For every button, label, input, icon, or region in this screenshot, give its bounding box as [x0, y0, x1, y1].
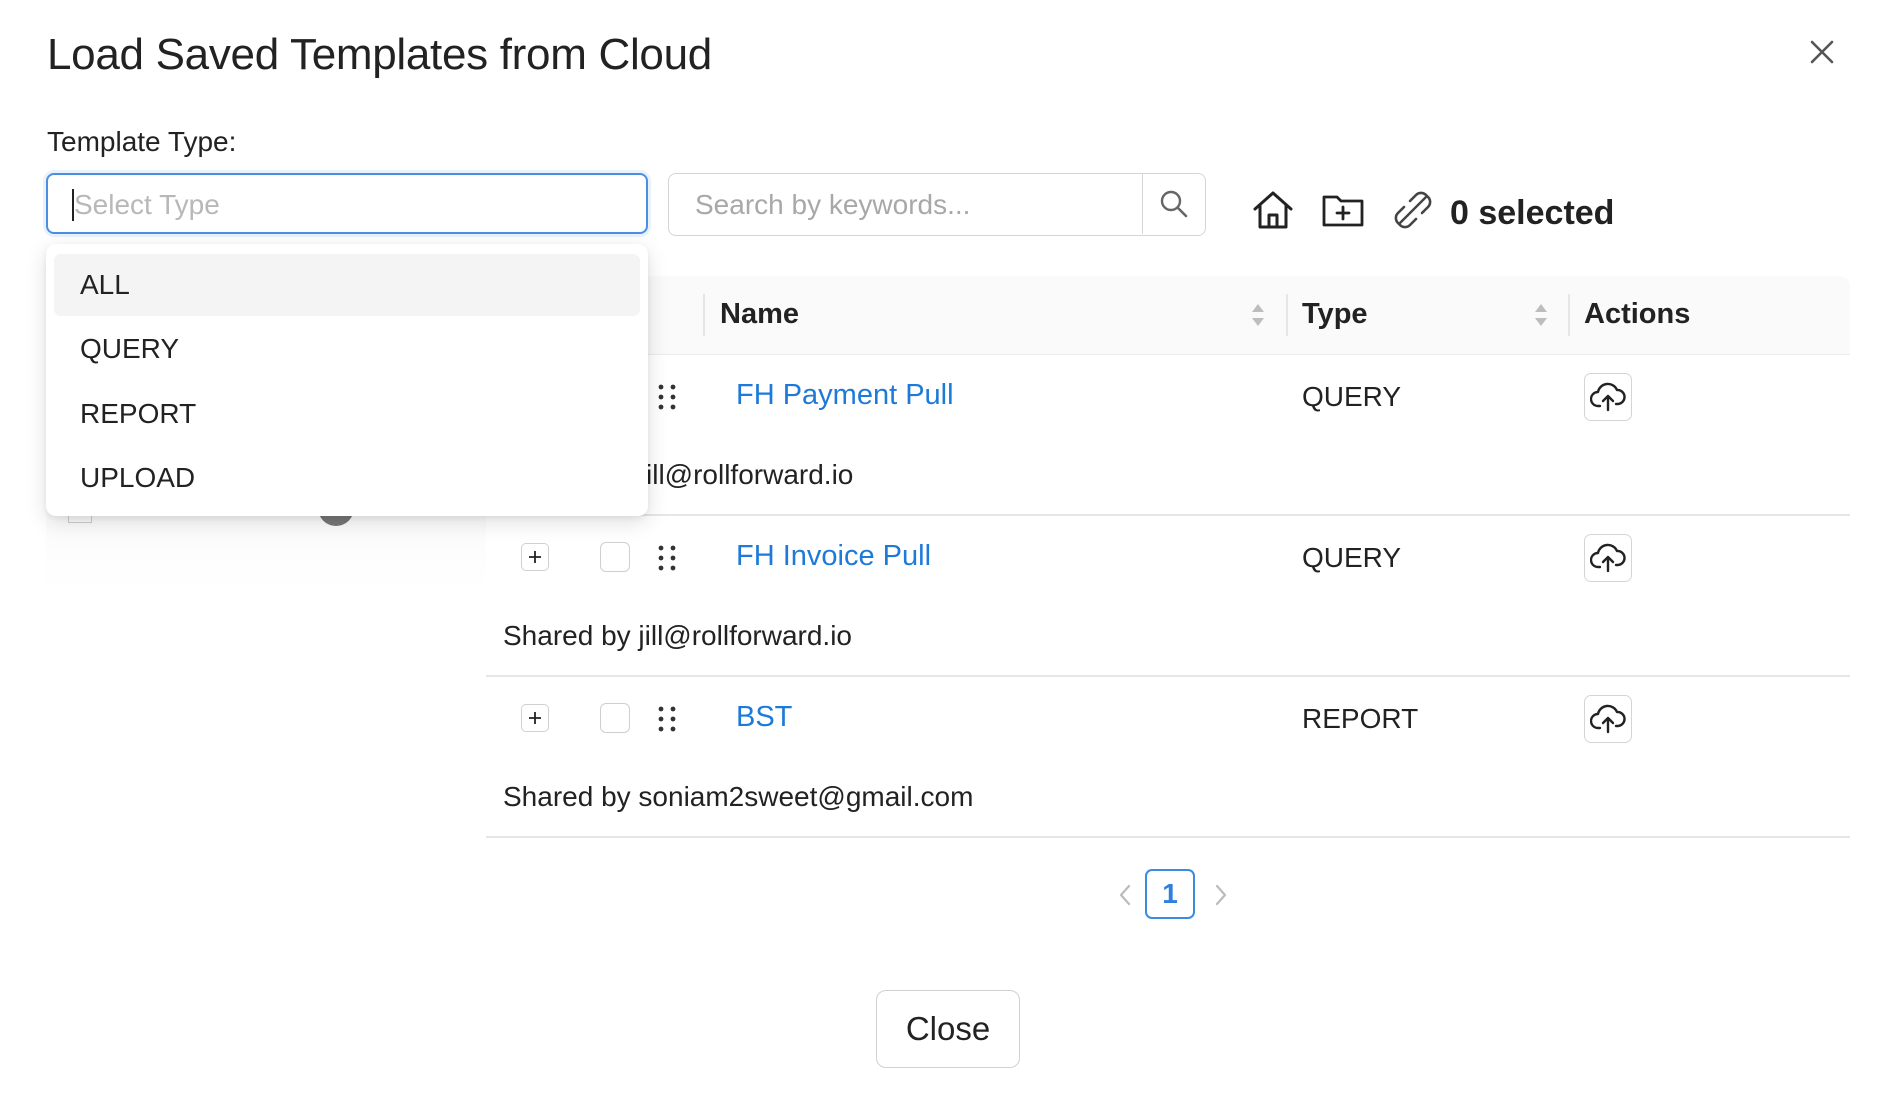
template-type-cell: QUERY — [1302, 542, 1402, 573]
template-type-cell: REPORT — [1302, 703, 1419, 734]
column-header-name[interactable]: Name — [720, 298, 799, 331]
row-divider — [486, 514, 1850, 516]
column-separator — [1568, 294, 1570, 336]
row-divider — [486, 675, 1850, 677]
folder-add-icon[interactable] — [1320, 187, 1366, 233]
sort-name-icon[interactable] — [1249, 298, 1267, 332]
load-template-button[interactable] — [1584, 373, 1632, 421]
column-header-type[interactable]: Type — [1302, 298, 1368, 331]
text-caret — [72, 189, 74, 221]
shared-by-text: Shared by soniam2sweet@gmail.com — [503, 781, 974, 812]
dialog-title: Load Saved Templates from Cloud — [47, 30, 712, 79]
load-template-button[interactable] — [1584, 695, 1632, 743]
plus-icon — [529, 551, 541, 563]
expand-row-button[interactable] — [521, 543, 549, 571]
cloud-upload-icon — [1590, 382, 1626, 412]
template-name-link[interactable]: FH Payment Pull — [736, 379, 954, 412]
search-button[interactable] — [1142, 174, 1205, 234]
close-button[interactable]: Close — [876, 990, 1020, 1068]
page-number-button[interactable]: 1 — [1145, 869, 1195, 919]
column-header-actions: Actions — [1584, 298, 1691, 330]
selected-count: 0 selected — [1450, 194, 1615, 232]
sort-type-icon[interactable] — [1532, 298, 1550, 332]
close-icon[interactable] — [1806, 36, 1838, 68]
column-separator — [703, 294, 705, 336]
expand-row-button[interactable] — [521, 704, 549, 732]
cloud-upload-icon — [1590, 704, 1626, 734]
row-divider — [486, 836, 1850, 838]
row-checkbox[interactable] — [600, 703, 630, 733]
shared-by-text: Shared by jill@rollforward.io — [503, 620, 853, 651]
template-type-dropdown: ALL QUERY REPORT UPLOAD — [46, 244, 648, 516]
row-checkbox[interactable] — [600, 542, 630, 572]
drag-handle-icon[interactable] — [656, 705, 678, 733]
shared-by-text: ill@rollforward.io — [646, 459, 854, 490]
column-separator — [1286, 294, 1288, 336]
template-type-label: Template Type: — [47, 126, 237, 157]
template-type-input[interactable] — [72, 187, 616, 223]
next-page-icon[interactable] — [1210, 880, 1232, 910]
dropdown-option-query[interactable]: QUERY — [54, 318, 640, 380]
template-name-link[interactable]: BST — [736, 701, 792, 734]
dropdown-option-upload[interactable]: UPLOAD — [54, 447, 640, 509]
template-type-select[interactable] — [46, 173, 648, 234]
template-name-link[interactable]: FH Invoice Pull — [736, 540, 931, 573]
cloud-upload-icon — [1590, 543, 1626, 573]
search-icon — [1160, 190, 1188, 218]
plus-icon — [529, 712, 541, 724]
dropdown-option-report[interactable]: REPORT — [54, 383, 640, 445]
unlink-icon[interactable] — [1390, 187, 1436, 233]
search-box — [668, 173, 1206, 236]
home-icon[interactable] — [1250, 187, 1296, 233]
dropdown-option-all[interactable]: ALL — [54, 254, 640, 316]
template-type-cell: QUERY — [1302, 381, 1402, 412]
load-template-button[interactable] — [1584, 534, 1632, 582]
search-input[interactable] — [693, 187, 1097, 223]
drag-handle-icon[interactable] — [656, 544, 678, 572]
prev-page-icon[interactable] — [1114, 880, 1136, 910]
drag-handle-icon[interactable] — [656, 383, 678, 411]
